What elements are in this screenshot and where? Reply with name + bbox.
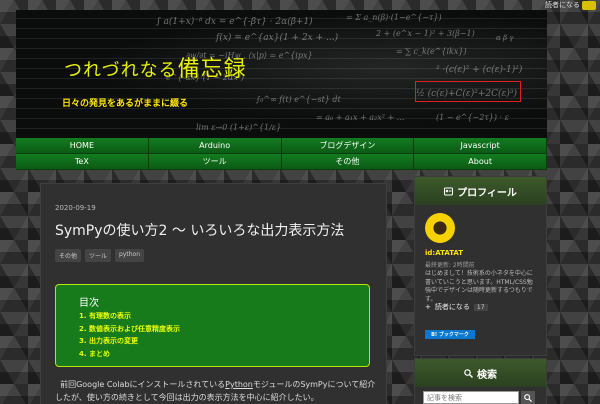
nav-item-other[interactable]: その他 [281, 154, 415, 170]
site-title-main[interactable]: 備忘録 [178, 57, 247, 82]
svg-text:= Σ a_n(β)·(1−e^{−τ}): = Σ a_n(β)·(1−e^{−τ}) [346, 13, 442, 22]
tag-python[interactable]: python [115, 249, 145, 262]
subscribe-button[interactable]: + 読者になる 17 [425, 302, 488, 312]
topbar-subscribe-text[interactable]: 読者になる [545, 0, 580, 10]
python-link[interactable]: Python [225, 380, 253, 389]
svg-text:f(x) = e^{ax}(1 + 2x + ...): f(x) = e^{ax}(1 + 2x + ...) [215, 32, 339, 43]
site-header: ∫ a(1+x)⁻ᵝ dx = e^{-βτ} · 2α(β+1) = Σ a_… [16, 10, 547, 138]
search-icon [524, 393, 532, 402]
post-tags: その他 ツール python [55, 249, 145, 262]
site-description: 日々の発見をあるがままに綴る [62, 99, 189, 109]
toc-item[interactable]: 2. 数値表示および任意精度表示 [79, 323, 180, 336]
toc-list: 1. 有理数の表示 2. 数値表示および任意精度表示 3. 出力表示の変更 4.… [79, 310, 180, 360]
plus-icon: + [425, 303, 431, 311]
post-body-text: 前回Google Colabにインストールされている [60, 380, 226, 389]
post-title[interactable]: SymPyの使い方2 〜 いろいろな出力表示方法 [55, 220, 344, 240]
svg-text:= a₀ + a₁x + a₂x² + ...: = a₀ + a₁x + a₂x² + ... [316, 113, 404, 122]
svg-text:lim ε→0 (1+ε)^{1/ε}: lim ε→0 (1+ε)^{1/ε} [196, 123, 281, 132]
nav-item-arduino[interactable]: Arduino [148, 138, 282, 154]
global-nav: HOME Arduino ブログデザイン Javascript TeX ツール … [16, 138, 547, 170]
highlight-box [415, 81, 521, 102]
topbar-icon[interactable] [582, 1, 596, 10]
svg-text:(1 − e^{−2τ}) · ε: (1 − e^{−2τ}) · ε [436, 113, 509, 122]
profile-body: id:ATATAT 最終更新: 2時間前 はじめまして！技術系の小ネタを中心に書… [415, 205, 546, 339]
subscriber-count: 17 [473, 303, 488, 311]
search-row [415, 387, 546, 404]
post-body-text: モジュールのSymPyについて紹介 [252, 380, 376, 389]
search-heading-text: 検索 [477, 369, 497, 381]
search-submit-button[interactable] [521, 391, 535, 404]
toc-item[interactable]: 4. まとめ [79, 348, 180, 361]
tag-other[interactable]: その他 [55, 249, 82, 262]
nav-item-about[interactable]: About [414, 154, 547, 170]
svg-text:= ∑ c_k(e^{ikx}): = ∑ c_k(e^{ikx}) [396, 47, 467, 56]
site-title[interactable]: つれづれなる備忘録 [64, 51, 247, 83]
avatar[interactable] [425, 213, 455, 243]
profile-icon [444, 187, 454, 195]
post-body-line: したが、使い方の続きとして今回は出力の表示方法を中心に紹介したい。 [55, 393, 319, 402]
post-body-line: 前回Google ColabにインストールされているPythonモジュールのSy… [55, 378, 377, 391]
toc-title: 目次 [79, 298, 99, 309]
profile-heading-text: プロフィール [457, 187, 517, 199]
nav-item-home[interactable]: HOME [16, 138, 149, 154]
nav-item-javascript[interactable]: Javascript [414, 138, 547, 154]
user-id[interactable]: id:ATATAT [425, 249, 463, 257]
profile-module: プロフィール id:ATATAT 最終更新: 2時間前 はじめまして！技術系の小… [414, 176, 547, 356]
search-heading: 検索 [415, 359, 546, 387]
svg-text:2 + (e^x − 1)² + 3(β−1): 2 + (e^x − 1)² + 3(β−1) [375, 29, 475, 38]
table-of-contents: 目次 1. 有理数の表示 2. 数値表示および任意精度表示 3. 出力表示の変更… [55, 284, 370, 367]
nav-item-blog-design[interactable]: ブログデザイン [281, 138, 415, 154]
article: 2020-09-19 SymPyの使い方2 〜 いろいろな出力表示方法 その他 … [40, 183, 387, 404]
profile-description: はじめまして！技術系の小ネタを中心に書いていこうと思います。HTML/CSS勉強… [425, 270, 533, 303]
nav-item-tex[interactable]: TeX [16, 154, 149, 170]
toc-item[interactable]: 1. 有理数の表示 [79, 310, 180, 323]
toc-item[interactable]: 3. 出力表示の変更 [79, 335, 180, 348]
svg-text:² ·(c(ε)² + (c(ε)-1)²): ² ·(c(ε)² + (c(ε)-1)²) [436, 64, 523, 75]
svg-text:∫₀^∞ f(t) e^{−st} dt: ∫₀^∞ f(t) e^{−st} dt [256, 95, 342, 104]
profile-heading: プロフィール [415, 177, 546, 205]
bookmark-button[interactable]: B! ブックマーク [425, 330, 475, 339]
search-input[interactable] [423, 391, 519, 404]
site-title-prefix[interactable]: つれづれなる [64, 60, 178, 81]
svg-text:∫ a(1+x)⁻ᵝ dx = e^{-βτ} · 2α(β: ∫ a(1+x)⁻ᵝ dx = e^{-βτ} · 2α(β+1) [156, 16, 313, 27]
subscribe-label[interactable]: 読者になる [435, 302, 470, 312]
post-date[interactable]: 2020-09-19 [55, 204, 96, 212]
last-updated: 最終更新: 2時間前 [425, 262, 475, 269]
svg-text:α β γ: α β γ [496, 34, 514, 42]
nav-item-tools[interactable]: ツール [148, 154, 282, 170]
post-body: 前回Google ColabにインストールされているPythonモジュールのSy… [55, 378, 377, 404]
tag-tools[interactable]: ツール [85, 249, 112, 262]
search-module: 検索 [414, 358, 547, 404]
search-icon [464, 368, 473, 378]
